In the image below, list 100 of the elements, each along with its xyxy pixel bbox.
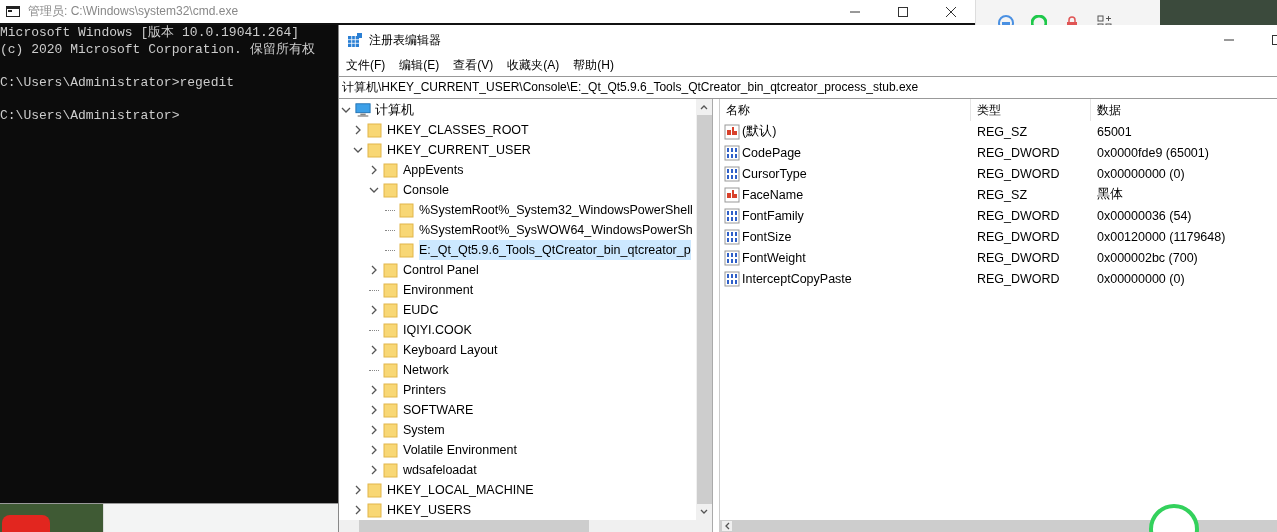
collapse-chevron-icon[interactable] bbox=[369, 185, 379, 195]
value-name[interactable]: (默认) bbox=[742, 123, 777, 140]
value-name[interactable]: FontFamily bbox=[742, 208, 804, 223]
table-cell-text: REG_DWORD bbox=[976, 145, 1061, 160]
window-title: 注册表编辑器 bbox=[369, 31, 441, 49]
tree-item[interactable]: IQIYI.COOK bbox=[403, 320, 472, 340]
value-name[interactable]: FontSize bbox=[742, 229, 792, 244]
value-name[interactable]: CursorType bbox=[742, 166, 807, 181]
table-cell-text: 黑体 bbox=[1096, 186, 1124, 203]
menu-item[interactable]: 查看(V) bbox=[446, 56, 501, 74]
column-header[interactable]: 名称 bbox=[720, 99, 971, 121]
tree-item[interactable]: HKEY_CURRENT_USER bbox=[387, 140, 531, 160]
tree-item[interactable]: Printers bbox=[403, 380, 447, 400]
tree-item[interactable]: %SystemRoot%_System32_WindowsPowerShell bbox=[419, 200, 693, 220]
tree-item[interactable]: %SystemRoot%_SysWOW64_WindowsPowerSh bbox=[419, 220, 693, 240]
maximize-icon[interactable] bbox=[897, 5, 909, 18]
console-line: Microsoft Windows [版本 10.0.19041.264] bbox=[0, 25, 301, 42]
expand-chevron-icon[interactable] bbox=[369, 385, 379, 395]
value-name[interactable]: FaceName bbox=[742, 187, 804, 202]
console-line: (c) 2020 Microsoft Corporation. 保留所有权 bbox=[0, 41, 316, 58]
expand-chevron-icon[interactable] bbox=[369, 405, 379, 415]
value-name[interactable]: FontWeight bbox=[742, 250, 806, 265]
expand-chevron-icon[interactable] bbox=[369, 265, 379, 275]
folder-icon bbox=[367, 122, 383, 138]
expand-chevron-icon[interactable] bbox=[369, 425, 379, 435]
binary-value-icon bbox=[724, 207, 740, 224]
tree-item[interactable]: HKEY_CLASSES_ROOT bbox=[387, 120, 529, 140]
collapse-chevron-icon[interactable] bbox=[353, 145, 363, 155]
folder-icon bbox=[399, 242, 415, 258]
binary-value-icon bbox=[724, 144, 740, 161]
folder-icon bbox=[383, 282, 399, 298]
tree-item[interactable]: HKEY_USERS bbox=[387, 500, 472, 520]
folder-icon bbox=[367, 482, 383, 498]
folder-icon bbox=[383, 182, 399, 198]
expand-chevron-icon[interactable] bbox=[353, 125, 363, 135]
value-name[interactable]: InterceptCopyPaste bbox=[742, 271, 852, 286]
tree-item[interactable]: EUDC bbox=[403, 300, 439, 320]
folder-icon bbox=[383, 162, 399, 178]
expand-chevron-icon[interactable] bbox=[369, 465, 379, 475]
tree-item[interactable]: Console bbox=[403, 180, 449, 200]
string-value-icon bbox=[724, 123, 740, 140]
close-icon[interactable] bbox=[945, 5, 957, 18]
tree-item[interactable]: Keyboard Layout bbox=[403, 340, 498, 360]
menu-item[interactable]: 文件(F) bbox=[339, 56, 393, 74]
menu-item[interactable]: 收藏夹(A) bbox=[500, 56, 567, 74]
folder-icon bbox=[383, 422, 399, 438]
binary-value-icon bbox=[724, 165, 740, 182]
table-cell-text: REG_DWORD bbox=[976, 229, 1061, 244]
tree-item[interactable]: Control Panel bbox=[403, 260, 479, 280]
tree-item[interactable]: E:_Qt_Qt5.9.6_Tools_QtCreator_bin_qtcreator_p bbox=[419, 240, 691, 260]
lock-icon[interactable] bbox=[1064, 15, 1080, 25]
table-cell-text: REG_SZ bbox=[976, 124, 1028, 139]
column-header[interactable]: 数据 bbox=[1091, 99, 1277, 121]
collapse-chevron-icon[interactable] bbox=[341, 105, 351, 115]
expand-chevron-icon[interactable] bbox=[369, 345, 379, 355]
horizontal-scrollbar[interactable] bbox=[339, 520, 712, 532]
console-icon bbox=[6, 6, 20, 17]
menu-item[interactable]: 编辑(E) bbox=[392, 56, 447, 74]
tree-item[interactable]: Environment bbox=[403, 280, 474, 300]
expand-chevron-icon[interactable] bbox=[353, 485, 363, 495]
tree-item[interactable]: SOFTWARE bbox=[403, 400, 474, 420]
expand-chevron-icon[interactable] bbox=[369, 165, 379, 175]
tree-item[interactable]: wdsafeloadat bbox=[403, 460, 477, 480]
column-header[interactable]: 类型 bbox=[971, 99, 1091, 121]
expand-chevron-icon[interactable] bbox=[369, 305, 379, 315]
value-name[interactable]: CodePage bbox=[742, 145, 802, 160]
vertical-scrollbar[interactable] bbox=[696, 99, 712, 520]
tree-item[interactable]: System bbox=[403, 420, 445, 440]
tree-item[interactable]: Volatile Environment bbox=[403, 440, 517, 460]
tree-item[interactable]: Network bbox=[403, 360, 449, 380]
expand-chevron-icon[interactable] bbox=[369, 445, 379, 455]
tree-item[interactable]: 计算机 bbox=[375, 100, 414, 120]
folder-icon bbox=[383, 262, 399, 278]
table-cell-text: 0x00000000 (0) bbox=[1096, 271, 1186, 286]
console-line: C:\Users\Administrator> bbox=[0, 107, 181, 124]
menu-item[interactable]: 帮助(H) bbox=[566, 56, 621, 74]
table-cell-text: 0x00000036 (54) bbox=[1096, 208, 1193, 223]
maximize-icon[interactable] bbox=[1271, 34, 1277, 46]
expand-chevron-icon[interactable] bbox=[353, 505, 363, 515]
table-cell-text: REG_DWORD bbox=[976, 166, 1061, 181]
table-cell-text: 0x000002bc (700) bbox=[1096, 250, 1199, 265]
tree-item[interactable]: AppEvents bbox=[403, 160, 464, 180]
computer-icon bbox=[355, 102, 371, 118]
address-field[interactable]: 计算机\HKEY_CURRENT_USER\Console\E:_Qt_Qt5.9.6_Tools_QtCreator_bin_qtcreator_process_stub.exe bbox=[339, 76, 1277, 99]
table-cell-text: REG_DWORD bbox=[976, 250, 1061, 265]
scroll-left-icon[interactable] bbox=[722, 521, 732, 531]
folder-icon bbox=[383, 342, 399, 358]
binary-value-icon bbox=[724, 249, 740, 266]
folder-icon bbox=[383, 302, 399, 318]
folder-icon bbox=[383, 462, 399, 478]
folder-icon bbox=[383, 402, 399, 418]
table-cell-text: 0x00000000 (0) bbox=[1096, 166, 1186, 181]
tree-item[interactable]: HKEY_LOCAL_MACHINE bbox=[387, 480, 534, 500]
horizontal-scrollbar[interactable] bbox=[720, 520, 1277, 532]
table-cell-text: 0x00120000 (1179648) bbox=[1096, 229, 1227, 244]
registry-icon bbox=[347, 32, 363, 48]
folder-icon bbox=[367, 502, 383, 518]
folder-icon bbox=[383, 322, 399, 338]
grid-plus-icon[interactable] bbox=[1097, 15, 1113, 25]
table-cell-text: REG_DWORD bbox=[976, 271, 1061, 286]
